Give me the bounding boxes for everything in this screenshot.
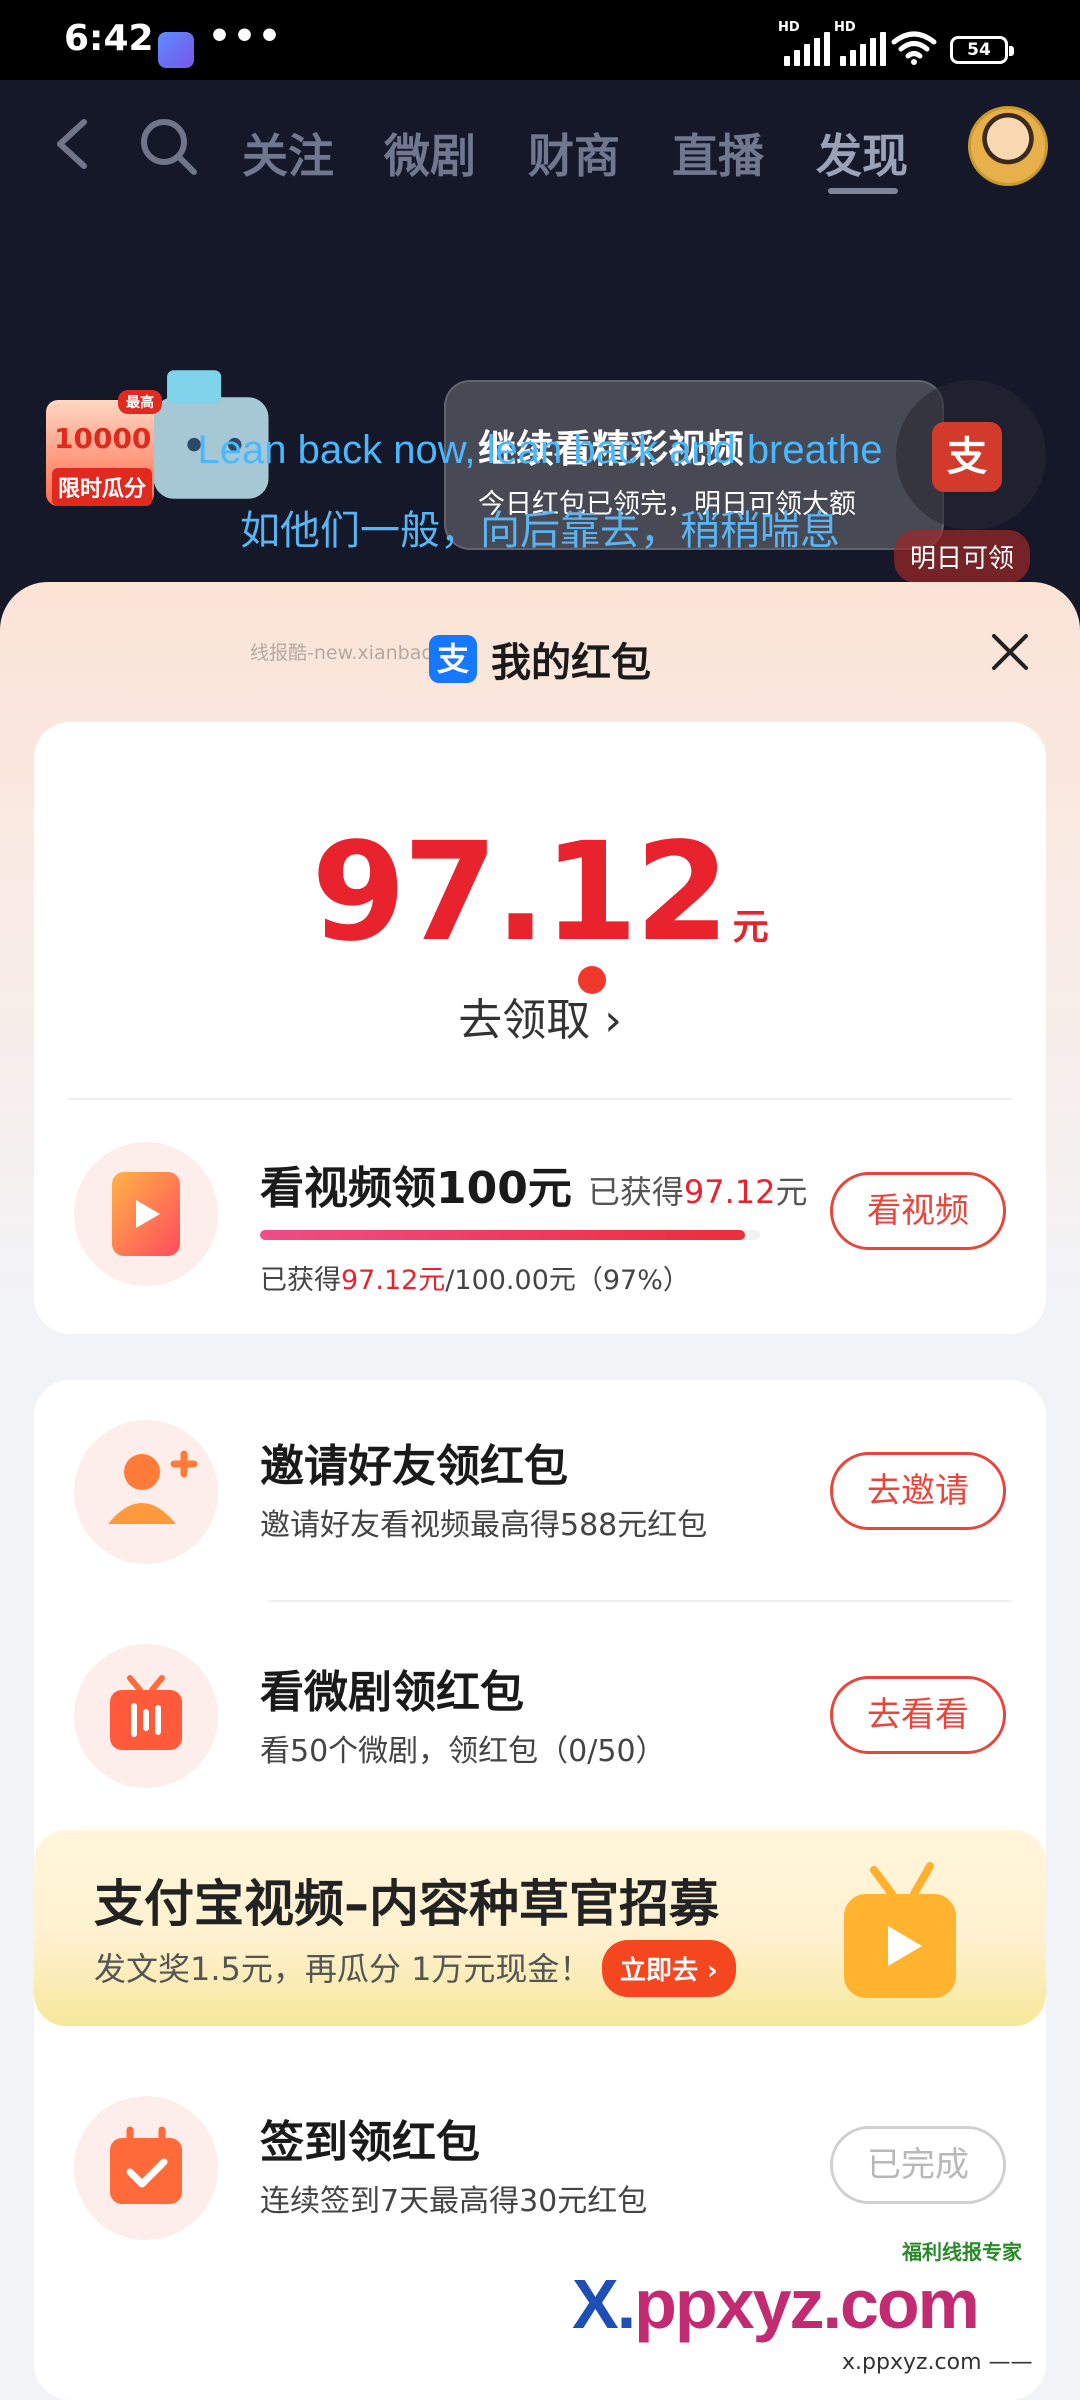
avatar[interactable]	[968, 106, 1048, 186]
video-task-title: 看视频领100元	[260, 1163, 572, 1214]
detail-prefix: 已获得	[260, 1265, 341, 1296]
tab-finance[interactable]: 财商	[528, 120, 620, 186]
signin-task-icon-bg	[74, 2096, 218, 2240]
notification-dot	[578, 966, 606, 994]
signin-task-subtitle: 连续签到7天最高得30元红包	[260, 2184, 648, 2219]
logo-rest: ppxyz.com	[634, 2265, 980, 2343]
invite-task-icon-bg	[74, 1420, 218, 1564]
alipay-icon: 支	[429, 635, 477, 683]
close-icon[interactable]	[988, 630, 1032, 674]
detail-value: 97.12元	[341, 1265, 446, 1296]
play-tv-icon	[844, 1862, 956, 1998]
invite-task-title: 邀请好友领红包	[260, 1441, 568, 1492]
subtitle-chinese: 如他们一般，向后靠去，稍稍喘息	[240, 508, 840, 554]
earned-value: 97.12	[683, 1173, 776, 1211]
cell-signal-icon: HD	[778, 20, 838, 66]
signin-done-button[interactable]: 已完成	[830, 2126, 1006, 2204]
invite-task-subtitle: 邀请好友看视频最高得588元红包	[260, 1508, 708, 1543]
balance-card: 97.12 元 去领取 › 看视频领100元 已获得97.12元 已获得97.12…	[34, 722, 1046, 1334]
tab-follow[interactable]: 关注	[242, 120, 334, 186]
earned-prefix: 已获得	[587, 1173, 684, 1211]
search-icon[interactable]	[136, 114, 200, 178]
status-bar: 6:42 ••• HD HD 54	[0, 0, 1080, 80]
back-icon[interactable]	[48, 116, 96, 172]
status-time: 6:42	[64, 18, 154, 59]
video-task-earned: 已获得97.12元	[588, 1167, 808, 1213]
battery-icon: 54	[950, 36, 1014, 64]
sheet-title-group: 支 我的红包	[429, 630, 651, 688]
wifi-icon	[891, 31, 937, 65]
ad-subtitle: 发文奖1.5元，再瓜分 1万元现金！	[94, 1950, 592, 1988]
sheet-title: 我的红包	[491, 640, 651, 686]
drama-task-title: 看微剧领红包	[260, 1667, 524, 1718]
watermark-url: x.ppxyz.com ——	[842, 2350, 1033, 2375]
video-task-title-row: 看视频领100元 已获得97.12元	[260, 1152, 808, 1216]
tab-micro-drama[interactable]: 微剧	[384, 120, 476, 186]
subtitle-english: Lean back now, lean back and breathe	[197, 428, 883, 472]
tab-discover[interactable]: 发现	[816, 120, 908, 186]
tab-live[interactable]: 直播	[672, 120, 764, 186]
drama-task-icon-bg	[74, 1644, 218, 1788]
video-progress-bar	[260, 1230, 760, 1240]
sheet-header: 支 我的红包	[0, 630, 1080, 688]
video-progress-fill	[260, 1230, 745, 1240]
play-video-icon	[112, 1172, 180, 1256]
watermark-logo: X.ppxyz.com	[572, 2264, 980, 2344]
invite-button[interactable]: 去邀请	[830, 1452, 1006, 1530]
cell-signal-2-icon: HD	[834, 20, 894, 66]
video-overlay-area: 最高 10000 限时瓜分 继续看精彩视频 今日红包已领完，明日可领大额 支 明…	[0, 200, 1080, 600]
promo-tag: 最高	[118, 390, 162, 414]
detail-suffix: /100.00元（97%）	[445, 1265, 690, 1296]
gallery-app-icon	[158, 32, 194, 68]
calendar-check-icon	[110, 2126, 182, 2204]
add-friend-icon	[108, 1450, 198, 1524]
earned-suffix: 元	[775, 1173, 808, 1211]
divider	[268, 1600, 1012, 1602]
video-task-icon-bg	[74, 1142, 218, 1286]
active-tab-indicator	[828, 188, 898, 194]
claim-link[interactable]: 去领取 ›	[34, 984, 1046, 1048]
watermark-badge: 福利线报专家	[902, 2240, 1022, 2264]
video-task-detail: 已获得97.12元/100.00元（97%）	[260, 1258, 690, 1297]
logo-x: X.	[572, 2265, 636, 2343]
watch-video-button[interactable]: 看视频	[830, 1172, 1006, 1250]
top-nav: 关注 微剧 财商 直播 发现	[0, 80, 1080, 200]
balance-unit: 元	[732, 907, 769, 948]
watch-drama-button[interactable]: 去看看	[830, 1676, 1006, 1754]
balance-amount: 97.12	[311, 814, 729, 972]
more-notifications-icon: •••	[208, 16, 284, 57]
signin-task-title: 签到领红包	[260, 2117, 480, 2168]
ad-title: 支付宝视频–内容种草官招募	[94, 1875, 719, 1933]
drama-task-subtitle: 看50个微剧，领红包（0/50）	[260, 1734, 666, 1769]
tv-drama-icon	[110, 1675, 182, 1750]
my-red-packet-sheet: 线报酷-new.xianbao.fun 支 我的红包 97.12 元 去领取 › …	[0, 582, 1080, 2400]
divider	[68, 1098, 1012, 1100]
balance-amount-row: 97.12 元	[34, 814, 1046, 972]
go-now-button[interactable]: 立即去 ›	[602, 1940, 736, 1997]
creator-recruit-banner[interactable]: 支付宝视频–内容种草官招募 发文奖1.5元，再瓜分 1万元现金！ 立即去 ›	[34, 1830, 1046, 2026]
